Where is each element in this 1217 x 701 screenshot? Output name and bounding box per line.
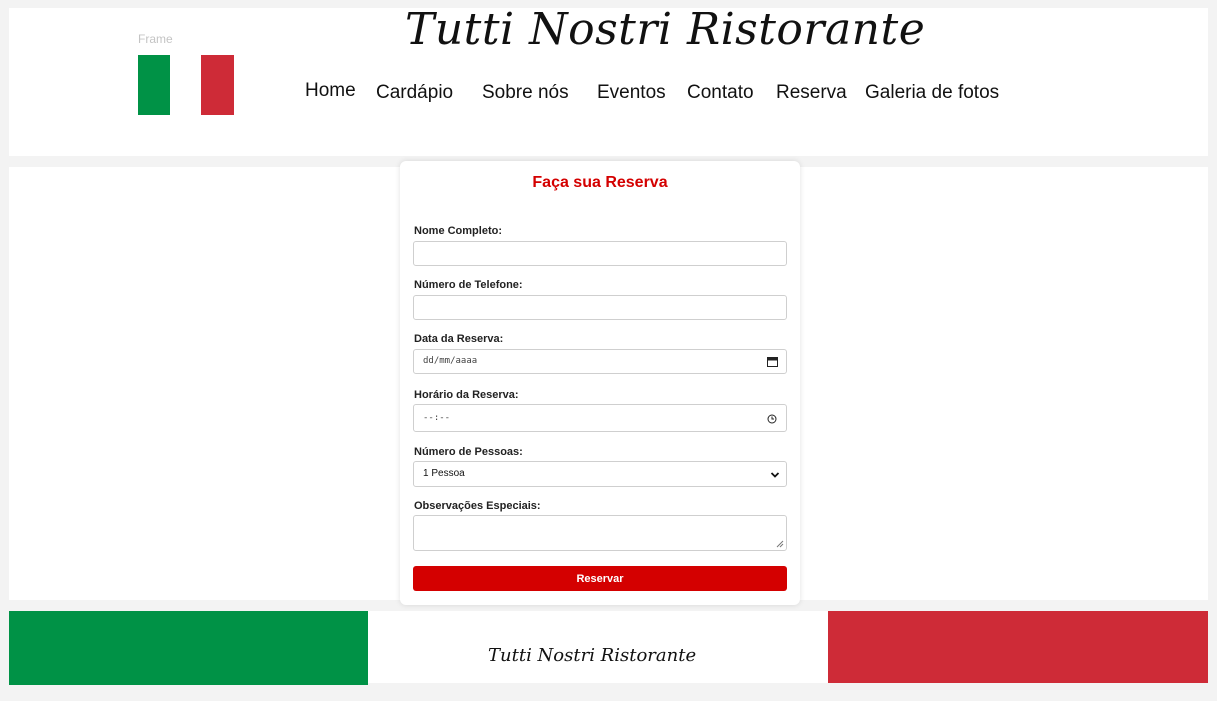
nav-reserva[interactable]: Reserva [776, 82, 847, 104]
nav-galeria-de-fotos[interactable]: Galeria de fotos [865, 82, 999, 104]
site-header: Frame Tutti Nostri Ristorante Home Cardá… [9, 4, 1208, 156]
nav-home[interactable]: Home [305, 80, 356, 102]
frame-label: Frame [138, 32, 173, 46]
phone-label: Número de Telefone: [414, 279, 523, 291]
notes-label: Observações Especiais: [414, 500, 541, 512]
nav-sobre-nos[interactable]: Sobre nós [482, 82, 569, 104]
flag-green-stripe [138, 55, 170, 115]
resize-handle-icon[interactable] [775, 539, 784, 548]
clock-icon[interactable] [767, 414, 777, 424]
flag-red-stripe [201, 55, 234, 115]
footer-red-band [828, 611, 1208, 683]
reservation-form: Faça sua Reserva Nome Completo: Número d… [400, 161, 800, 605]
date-input[interactable]: dd/mm/aaaa [413, 349, 787, 374]
phone-input[interactable] [413, 295, 787, 320]
time-placeholder: --:-- [423, 413, 451, 423]
footer-logo-text: Tutti Nostri Ristorante [488, 645, 697, 666]
time-label: Horário da Reserva: [414, 389, 519, 401]
time-input[interactable]: --:-- [413, 404, 787, 432]
chevron-down-icon [770, 472, 780, 478]
footer-white-band: Tutti Nostri Ristorante [368, 611, 828, 683]
form-title: Faça sua Reserva [532, 174, 668, 191]
name-label: Nome Completo: [414, 225, 502, 237]
nav-eventos[interactable]: Eventos [597, 82, 666, 104]
reserve-button[interactable]: Reservar [413, 566, 787, 591]
people-select[interactable]: 1 Pessoa [413, 461, 787, 487]
name-input[interactable] [413, 241, 787, 266]
calendar-icon[interactable] [767, 356, 778, 367]
people-selected-value: 1 Pessoa [423, 468, 465, 479]
notes-textarea[interactable] [413, 515, 787, 551]
nav-cardapio[interactable]: Cardápio [376, 82, 453, 104]
people-label: Número de Pessoas: [414, 446, 523, 458]
date-label: Data da Reserva: [414, 333, 504, 345]
footer-green-band [9, 611, 368, 685]
nav-contato[interactable]: Contato [687, 82, 754, 104]
date-placeholder: dd/mm/aaaa [423, 356, 478, 366]
restaurant-logo-text: Tutti Nostri Ristorante [405, 4, 926, 55]
